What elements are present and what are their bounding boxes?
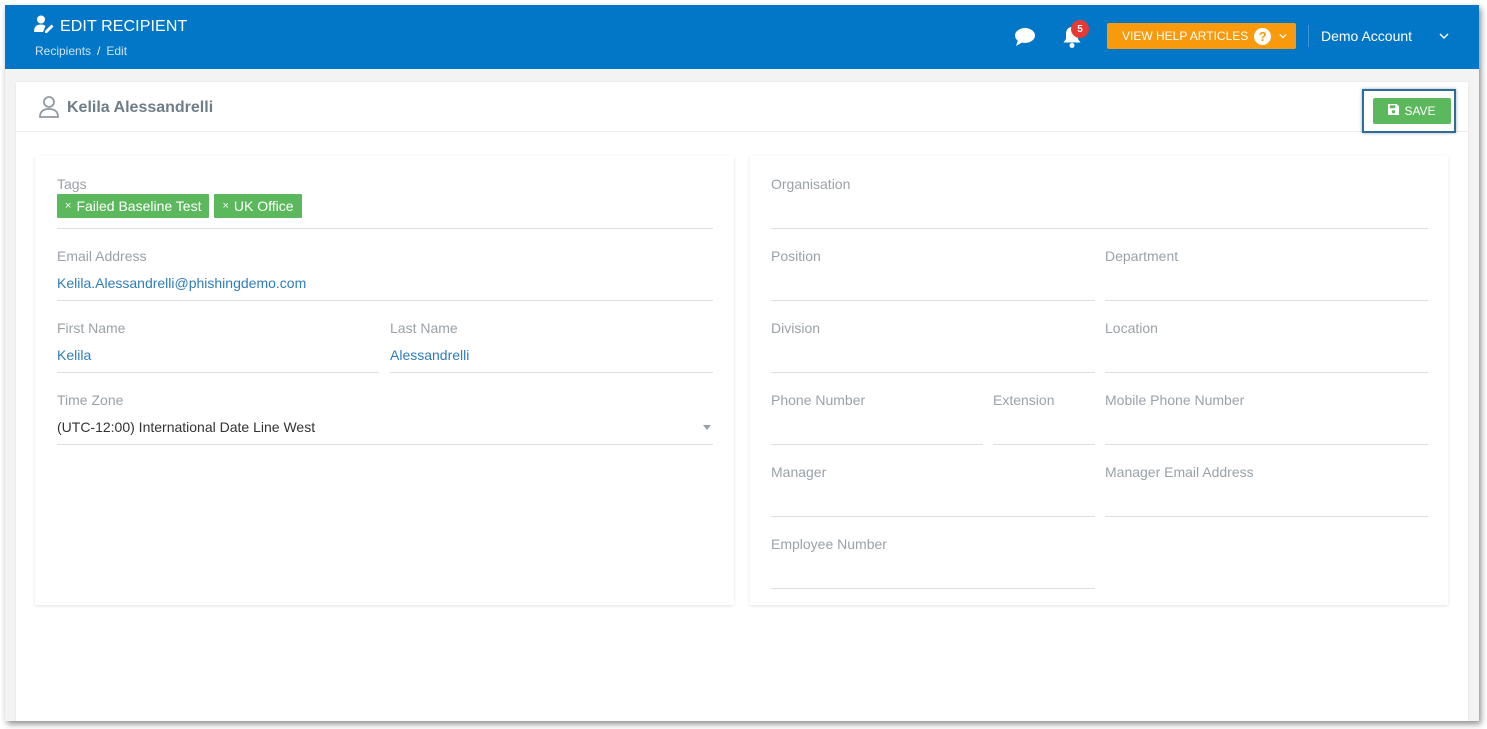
field-underline (1105, 372, 1428, 373)
field-underline (1105, 516, 1428, 517)
first-name-label: First Name (57, 320, 126, 336)
tag-label: UK Office (233, 198, 294, 214)
tag-chip[interactable]: × Failed Baseline Test (57, 194, 210, 218)
account-name[interactable]: Demo Account (1321, 28, 1412, 44)
tag-chip[interactable]: × UK Office (214, 194, 302, 218)
phone-number-label: Phone Number (771, 392, 866, 408)
field-underline (771, 588, 1095, 589)
field-underline (771, 300, 1095, 301)
email-field[interactable]: Email Address Kelila.Alessandrelli@phish… (57, 248, 713, 301)
chevron-down-icon (1279, 31, 1287, 41)
location-field[interactable]: Location (1105, 320, 1428, 373)
notification-badge: 5 (1071, 20, 1089, 38)
manager-email-label: Manager Email Address (1105, 464, 1254, 480)
time-zone-label: Time Zone (57, 392, 124, 408)
mobile-phone-field[interactable]: Mobile Phone Number (1105, 392, 1428, 445)
last-name-label: Last Name (390, 320, 458, 336)
location-label: Location (1105, 320, 1158, 336)
close-icon[interactable]: × (222, 200, 228, 212)
division-label: Division (771, 320, 821, 336)
phone-number-field[interactable]: Phone Number (771, 392, 983, 445)
recipient-card: Kelila Alessandrelli SAVE Tags × Failed … (16, 82, 1468, 721)
tags-field: Tags × Failed Baseline Test × UK Office (57, 176, 713, 229)
dropdown-caret-icon[interactable] (703, 425, 711, 430)
first-name-value[interactable]: Kelila (57, 347, 91, 363)
save-button[interactable]: SAVE (1373, 98, 1451, 124)
app-window: EDIT RECIPIENT Recipients / Edit 5 VIEW … (5, 5, 1479, 721)
field-underline (771, 372, 1095, 373)
time-zone-select[interactable]: Time Zone (UTC-12:00) International Date… (57, 392, 713, 445)
help-label: VIEW HELP ARTICLES (1122, 29, 1249, 43)
manager-label: Manager (771, 464, 827, 480)
field-underline (1105, 300, 1428, 301)
position-label: Position (771, 248, 821, 264)
header-divider (1308, 25, 1309, 47)
top-header: EDIT RECIPIENT Recipients / Edit 5 VIEW … (5, 5, 1479, 69)
field-underline (390, 372, 713, 373)
field-underline (771, 228, 1428, 229)
chevron-down-icon[interactable] (1438, 29, 1450, 41)
tag-label: Failed Baseline Test (76, 198, 202, 214)
primary-details-panel: Tags × Failed Baseline Test × UK Office … (35, 156, 734, 605)
email-value[interactable]: Kelila.Alessandrelli@phishingdemo.com (57, 275, 306, 291)
organisation-details-panel: Organisation Position Department Divisio… (750, 156, 1448, 605)
first-name-field[interactable]: First Name Kelila (57, 320, 379, 373)
field-underline (57, 444, 713, 445)
view-help-articles-button[interactable]: VIEW HELP ARTICLES ? (1107, 23, 1296, 49)
last-name-value[interactable]: Alessandrelli (390, 347, 469, 363)
breadcrumb-recipients[interactable]: Recipients (35, 44, 91, 58)
user-edit-icon (34, 15, 54, 38)
field-underline (57, 300, 713, 301)
department-label: Department (1105, 248, 1179, 264)
breadcrumb: Recipients / Edit (35, 44, 187, 58)
field-underline (57, 372, 379, 373)
close-icon[interactable]: × (65, 200, 71, 212)
extension-label: Extension (993, 392, 1055, 408)
department-field[interactable]: Department (1105, 248, 1428, 301)
extension-field[interactable]: Extension (993, 392, 1095, 445)
page-title: EDIT RECIPIENT (34, 15, 187, 38)
recipient-name: Kelila Alessandrelli (67, 99, 214, 116)
employee-number-field[interactable]: Employee Number (771, 536, 1095, 589)
floppy-disk-icon (1388, 104, 1400, 118)
employee-number-label: Employee Number (771, 536, 887, 552)
field-underline (771, 516, 1095, 517)
chat-icon[interactable] (1014, 27, 1036, 47)
field-underline (57, 228, 713, 229)
email-label: Email Address (57, 248, 147, 264)
time-zone-value[interactable]: (UTC-12:00) International Date Line West (57, 419, 315, 435)
manager-field[interactable]: Manager (771, 464, 1095, 517)
card-header: Kelila Alessandrelli (16, 82, 1468, 132)
manager-email-field[interactable]: Manager Email Address (1105, 464, 1428, 517)
user-icon (39, 96, 59, 118)
field-underline (771, 444, 983, 445)
page-title-block: EDIT RECIPIENT Recipients / Edit (34, 15, 187, 58)
field-underline (1105, 444, 1428, 445)
position-field[interactable]: Position (771, 248, 1095, 301)
mobile-phone-label: Mobile Phone Number (1105, 392, 1245, 408)
tags-list[interactable]: × Failed Baseline Test × UK Office (57, 194, 302, 218)
organisation-field[interactable]: Organisation (771, 176, 1428, 229)
breadcrumb-separator: / (97, 44, 101, 58)
division-field[interactable]: Division (771, 320, 1095, 373)
field-underline (993, 444, 1095, 445)
save-label: SAVE (1404, 104, 1436, 118)
breadcrumb-edit: Edit (106, 44, 128, 58)
last-name-field[interactable]: Last Name Alessandrelli (390, 320, 713, 373)
tags-label: Tags (57, 176, 87, 192)
organisation-label: Organisation (771, 176, 851, 192)
page-title-text: EDIT RECIPIENT (60, 17, 188, 35)
question-icon: ? (1254, 27, 1272, 45)
